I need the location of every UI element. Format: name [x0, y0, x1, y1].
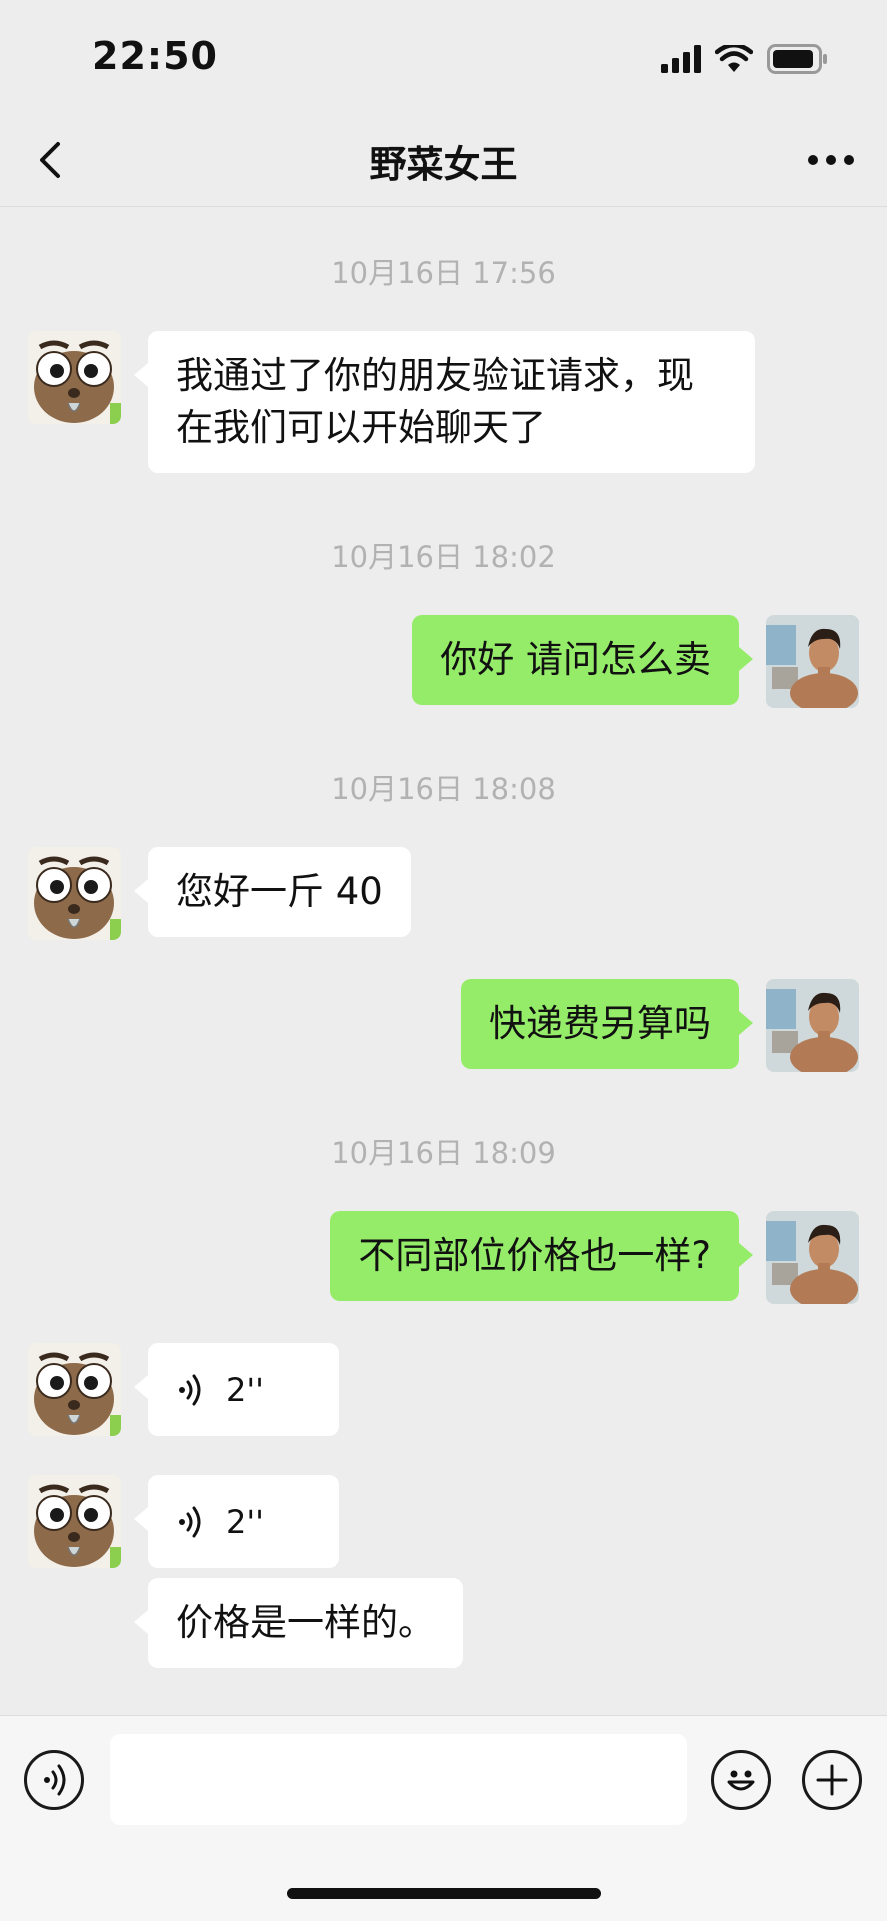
user-photo-avatar-icon [766, 615, 859, 708]
status-icons [661, 44, 829, 74]
signal-icon [661, 45, 701, 73]
voice-input-button[interactable] [24, 1750, 84, 1810]
message-bubble-outgoing[interactable]: 快递费另算吗 [461, 979, 753, 1069]
message-bubble-outgoing[interactable]: 不同部位价格也一样? [330, 1211, 753, 1301]
message-input[interactable] [110, 1734, 687, 1825]
timestamp: 10月16日 18:08 [331, 772, 556, 806]
my-avatar[interactable] [766, 615, 859, 708]
bear-avatar-icon [28, 331, 121, 424]
voice-duration: 2'' [226, 1370, 264, 1409]
voice-wave-icon [179, 1374, 201, 1405]
bear-avatar-icon [28, 1475, 121, 1568]
message-bubble-incoming[interactable]: 我通过了你的朋友验证请求，现在我们可以开始聊天了 [134, 331, 755, 473]
plus-icon [816, 1764, 848, 1796]
emoji-button[interactable] [711, 1750, 771, 1810]
contact-avatar[interactable] [28, 331, 121, 424]
add-button[interactable] [802, 1750, 862, 1810]
user-photo-avatar-icon [766, 1211, 859, 1304]
my-avatar[interactable] [766, 979, 859, 1072]
timestamp: 10月16日 17:56 [331, 256, 556, 290]
voice-transcript-bubble[interactable]: 价格是一样的。 [134, 1578, 463, 1668]
chat-messages[interactable]: 10月16日 17:56 我通过了你的朋友验证请求，现在我们可以开始聊天了 10… [0, 207, 887, 1715]
home-indicator [287, 1888, 601, 1899]
my-avatar[interactable] [766, 1211, 859, 1304]
wifi-icon [715, 45, 753, 72]
input-bar [0, 1715, 887, 1921]
bear-avatar-icon [28, 847, 121, 940]
status-bar: 22:50 [0, 0, 887, 110]
voice-wave-icon [179, 1506, 201, 1537]
battery-icon [767, 44, 827, 74]
timestamp: 10月16日 18:09 [331, 1136, 556, 1170]
more-dots-icon [808, 155, 854, 165]
message-bubble-incoming[interactable]: 您好一斤 40 [134, 847, 411, 937]
chat-title: 野菜女王 [369, 143, 518, 186]
voice-wave-icon [44, 1764, 66, 1796]
more-button[interactable] [797, 132, 865, 188]
bear-avatar-icon [28, 1343, 121, 1436]
timestamp: 10月16日 18:02 [331, 540, 556, 574]
emoji-icon [727, 1770, 755, 1791]
message-bubble-outgoing[interactable]: 你好 请问怎么卖 [412, 615, 753, 705]
contact-avatar[interactable] [28, 847, 121, 940]
contact-avatar[interactable] [28, 1343, 121, 1436]
user-photo-avatar-icon [766, 979, 859, 1072]
nav-bar: 野菜女王 [0, 110, 887, 207]
voice-message-bubble[interactable]: 2'' [134, 1475, 339, 1568]
voice-duration: 2'' [226, 1502, 264, 1541]
status-time: 22:50 [92, 34, 218, 78]
contact-avatar[interactable] [28, 1475, 121, 1568]
voice-message-bubble[interactable]: 2'' [134, 1343, 339, 1436]
